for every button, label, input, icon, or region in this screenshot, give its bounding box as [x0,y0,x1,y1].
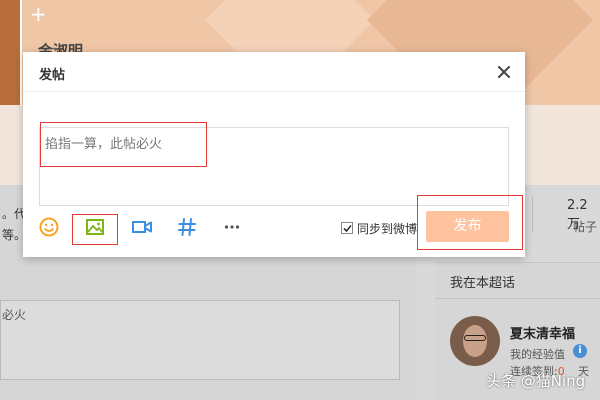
post-count-label: 帖子 [573,220,598,234]
post-content-placeholder: 掐指一算，此帖必火 [45,137,163,152]
more-icon[interactable] [220,215,244,239]
feed-composer-box[interactable] [0,300,400,380]
username[interactable]: 夏末清幸福 [510,323,575,342]
add-icon: + [30,2,47,26]
my-supertopic-title: 我在本超话 [450,276,516,291]
publish-button[interactable]: 发布 [426,211,509,242]
video-icon[interactable] [130,215,154,239]
info-icon[interactable]: i [573,344,587,358]
feed-composer-text: 必火 [2,308,27,322]
sync-to-weibo-label: 同步到微博 [357,222,418,236]
card-divider [435,298,600,299]
topic-hashtag-icon[interactable] [175,215,199,239]
dialog-header: 发帖 [23,52,525,92]
banner-thumbnail [0,0,22,105]
dialog-title: 发帖 [39,68,66,83]
avatar[interactable] [450,316,500,366]
close-icon[interactable] [493,61,515,83]
watermark: 头条 @猫Ning [486,372,586,390]
new-post-dialog: 发帖 掐指一算，此帖必火 同步到微博 发布 [23,52,525,257]
checkbox-icon[interactable] [341,222,353,234]
emoji-icon[interactable] [37,215,61,239]
experience-label: 我的经验值 [510,348,565,361]
stat-divider [532,196,533,232]
image-icon[interactable] [83,215,107,239]
